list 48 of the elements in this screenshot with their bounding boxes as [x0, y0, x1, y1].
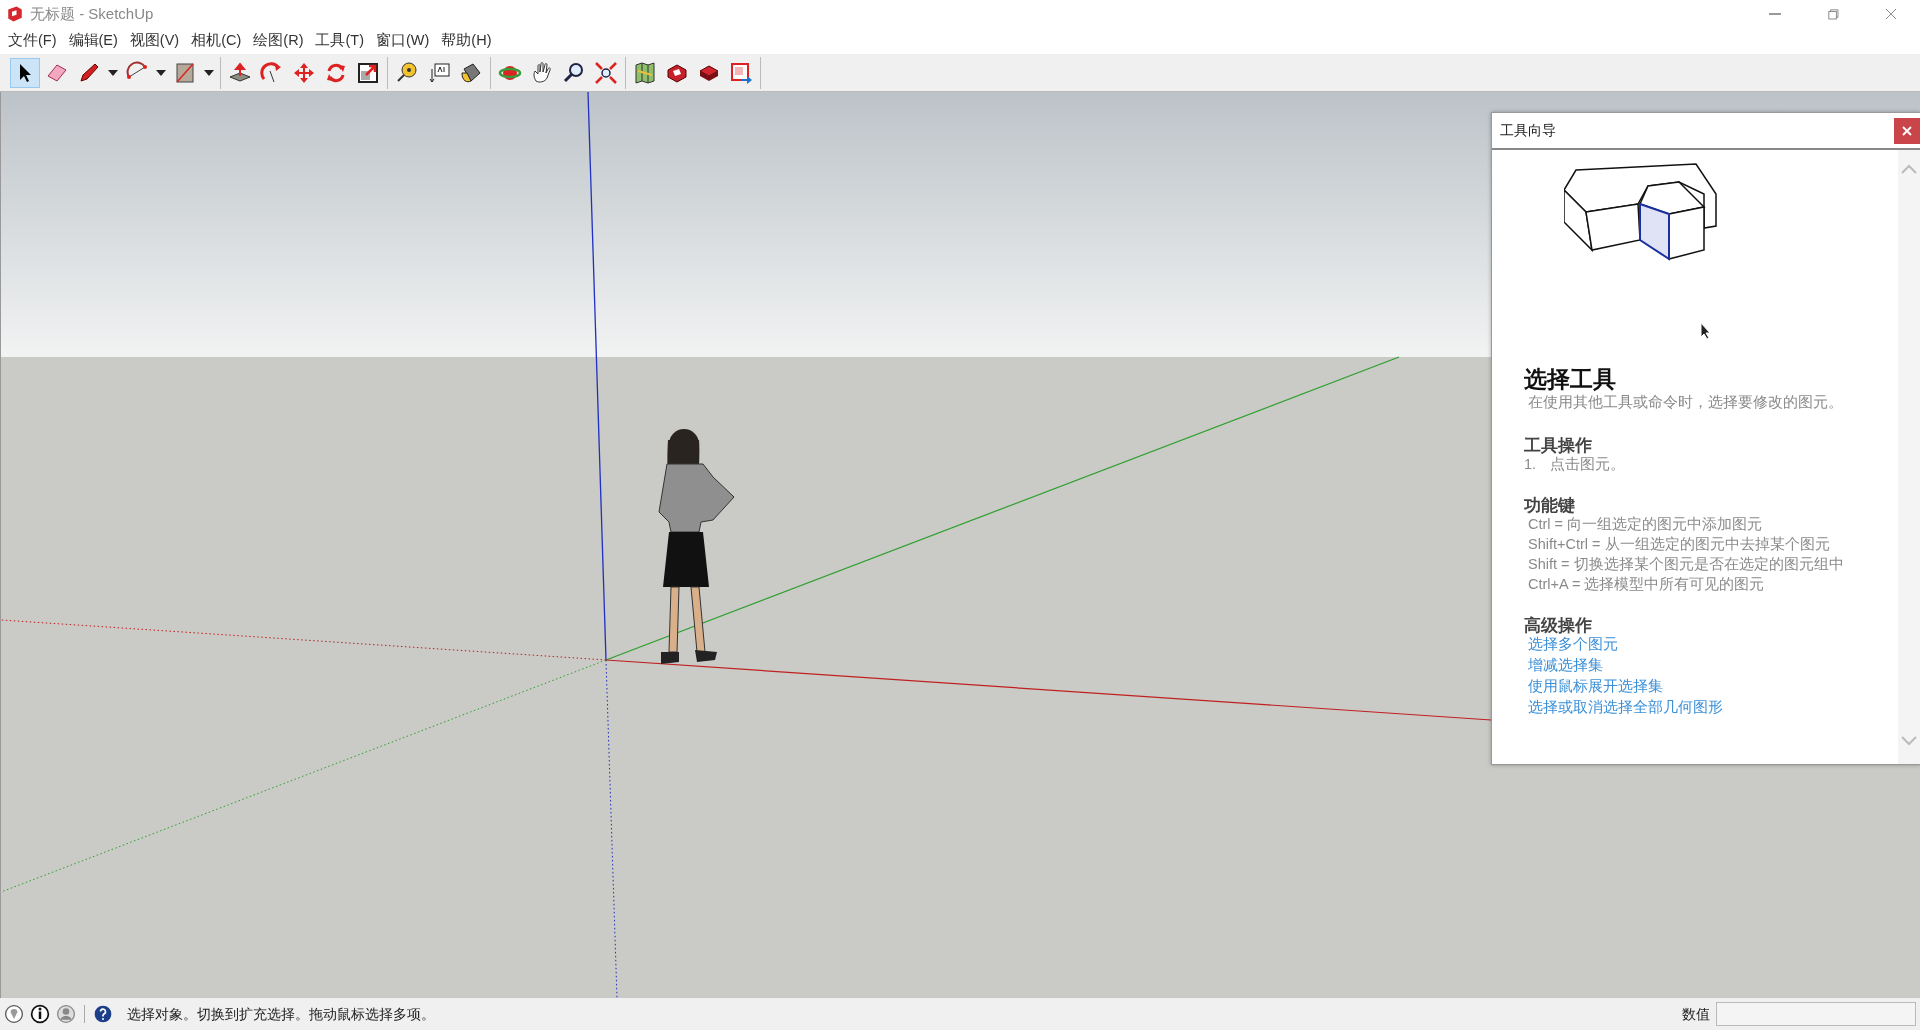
- caret-icon: [108, 69, 118, 76]
- menu-item[interactable]: 相机(C): [185, 30, 248, 52]
- app-logo-icon: [6, 5, 24, 23]
- menu-item[interactable]: 编辑(E): [62, 30, 124, 52]
- user-icon: [56, 1004, 76, 1024]
- menu-item[interactable]: 文件(F): [2, 30, 63, 52]
- zoom-icon: [562, 60, 586, 85]
- close-button[interactable]: [1894, 117, 1920, 144]
- hand-icon: [530, 60, 554, 85]
- scale-icon: [356, 60, 380, 85]
- info-icon: [30, 1004, 50, 1024]
- shortcut-text: Shift = 切换选择某个图元是否在选定的图元组中: [1527, 555, 1845, 575]
- shortcut-text: Ctrl+A = 选择模型中所有可见的图元: [1527, 575, 1766, 595]
- shortcut-text: Shift+Ctrl = 从一组选定的图元中去掉某个图元: [1527, 535, 1831, 555]
- status-message: 选择对象。切换到扩充选择。拖动鼠标选择多项。: [127, 1004, 435, 1024]
- step-text: 点击图元。: [1549, 455, 1625, 475]
- measurements-field[interactable]: [1716, 1002, 1916, 1026]
- measurements-label: 数值: [1682, 1004, 1710, 1024]
- tool-heading: 选择工具: [1524, 367, 1617, 393]
- tool-description: 在使用其他工具或命令时，选择要修改的图元。: [1527, 393, 1844, 413]
- shortcut-text: Ctrl = 向一组选定的图元中添加图元: [1527, 515, 1764, 535]
- close-icon: [1902, 125, 1912, 136]
- help-link[interactable]: 选择或取消选择全部几何图形: [1524, 697, 1723, 718]
- rectangle-icon: [173, 60, 197, 85]
- menu-item[interactable]: 窗口(W): [370, 30, 436, 52]
- zoom-extents-icon: [594, 60, 618, 85]
- menu-item[interactable]: 工具(T): [309, 30, 370, 52]
- tool-button[interactable]: [10, 57, 40, 88]
- text-label-icon: [427, 60, 451, 85]
- help-link[interactable]: 选择多个图元: [1524, 634, 1618, 655]
- help-link[interactable]: 增减选择集: [1524, 655, 1603, 676]
- section-heading: 高级操作: [1524, 616, 1593, 635]
- section-heading: 功能键: [1524, 496, 1576, 515]
- section-heading: 工具操作: [1524, 436, 1593, 455]
- help-link[interactable]: 使用鼠标展开选择集: [1524, 676, 1663, 697]
- window-title: 无标题 - SketchUp: [30, 3, 154, 24]
- caret-icon: [204, 69, 214, 76]
- mouse-cursor-icon: [1700, 322, 1712, 340]
- help-icon[interactable]: [93, 1004, 113, 1024]
- minimize-icon: [1769, 13, 1781, 15]
- location-pin-icon: [4, 1004, 24, 1024]
- menu-item[interactable]: 视图(V): [123, 30, 186, 52]
- step-number: 1.: [1523, 455, 1538, 475]
- folded-map-icon: [633, 60, 657, 85]
- menu-item[interactable]: 帮助(H): [435, 30, 498, 52]
- panel-title: 工具向导: [1500, 121, 1556, 140]
- caret-icon: [156, 69, 166, 76]
- menu-item[interactable]: 绘图(R): [247, 30, 310, 52]
